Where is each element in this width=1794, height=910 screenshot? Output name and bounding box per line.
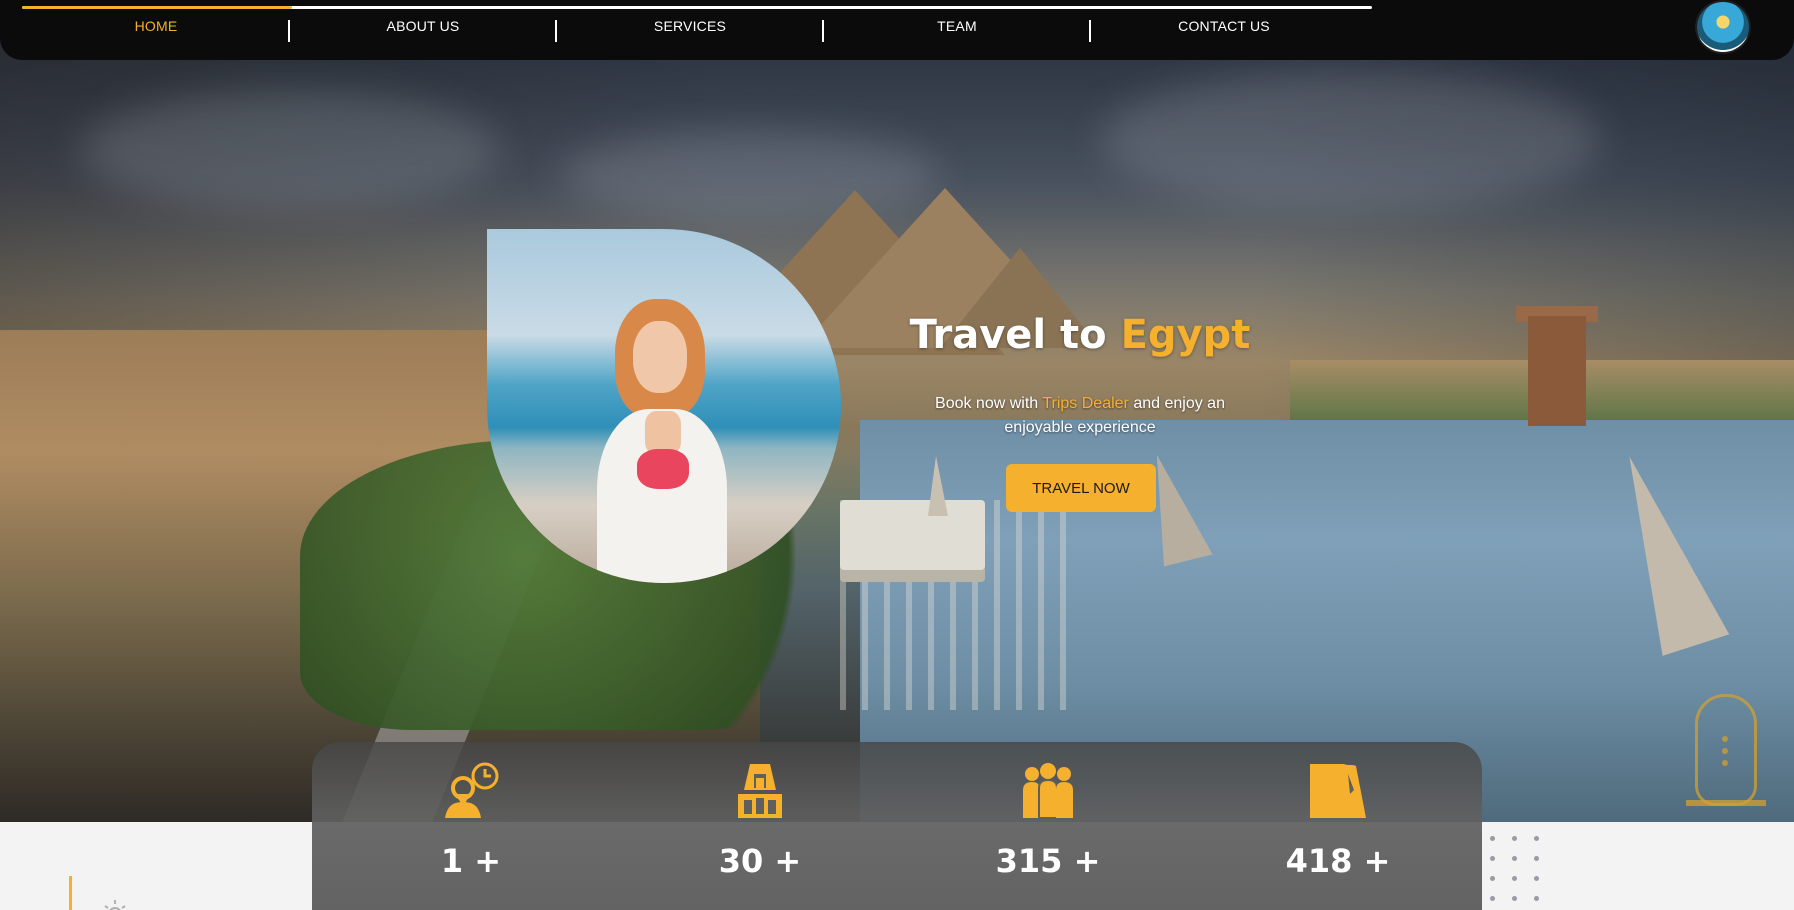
swim-top xyxy=(637,449,689,489)
scroll-progress-bar xyxy=(22,6,292,9)
stat-item: 30 + xyxy=(670,760,850,880)
traveler-figure xyxy=(591,299,731,583)
nav-contact-us[interactable]: CONTACT US xyxy=(1094,18,1354,34)
hero-subtitle: Book now with Trips Dealer and enjoy an … xyxy=(900,392,1260,440)
decorative-dot xyxy=(1534,836,1539,841)
decorative-dot xyxy=(1534,856,1539,861)
hero-title-prefix: Travel to xyxy=(909,312,1107,358)
travel-now-button[interactable]: TRAVEL NOW xyxy=(1006,464,1156,512)
nav-home[interactable]: HOME xyxy=(26,18,286,34)
cruise-ship xyxy=(840,500,985,570)
tower xyxy=(1528,316,1586,426)
cloud xyxy=(80,90,500,210)
decorative-dot xyxy=(1512,836,1517,841)
face xyxy=(633,321,687,393)
cartouche-dot xyxy=(1722,760,1728,766)
stat-value: 30 + xyxy=(718,842,802,880)
nav-team[interactable]: TEAM xyxy=(827,18,1087,34)
felucca-sail xyxy=(928,456,948,516)
decorative-dot xyxy=(1512,876,1517,881)
decorative-dot xyxy=(1534,876,1539,881)
stat-value: 1 + xyxy=(440,842,502,880)
hero-banner xyxy=(0,0,1794,822)
decorative-dot xyxy=(1512,856,1517,861)
trips-dealer-logo-icon[interactable] xyxy=(1697,2,1749,52)
traveler-photo xyxy=(487,229,841,583)
decorative-dot xyxy=(1490,876,1495,881)
nav-about-us[interactable]: ABOUT US xyxy=(293,18,553,34)
decorative-dots xyxy=(1490,836,1550,910)
stat-item: 1 + xyxy=(381,760,561,880)
decorative-dot xyxy=(1490,896,1495,901)
decorative-dot xyxy=(1512,896,1517,901)
cartouche-dot xyxy=(1722,736,1728,742)
stat-item: 418 + xyxy=(1248,760,1428,880)
stat-value: 418 + xyxy=(1285,842,1391,880)
cartouche-base xyxy=(1686,800,1766,806)
nav-services[interactable]: SERVICES xyxy=(560,18,820,34)
nav-separator xyxy=(288,20,290,42)
decorative-dot xyxy=(1490,836,1495,841)
cartouche-dot xyxy=(1722,748,1728,754)
accent-line xyxy=(69,876,72,910)
hero-subtitle-brand: Trips Dealer xyxy=(1042,395,1129,412)
hero-title-highlight: Egypt xyxy=(1120,312,1251,358)
pharaoh-icon xyxy=(730,760,790,820)
people-group-icon xyxy=(1018,760,1078,820)
nav-separator xyxy=(555,20,557,42)
hero-subtitle-before: Book now with xyxy=(935,395,1039,412)
cloud xyxy=(1100,70,1600,210)
sun-icon xyxy=(100,896,130,910)
hero-title: Travel to Egypt xyxy=(880,312,1280,358)
decorative-dot xyxy=(1534,896,1539,901)
nav-separator xyxy=(822,20,824,42)
top-navbar: HOME ABOUT US SERVICES TEAM CONTACT US xyxy=(0,0,1794,60)
decorative-dot xyxy=(1490,856,1495,861)
nav-separator xyxy=(1089,20,1091,42)
stat-value: 315 + xyxy=(995,842,1101,880)
stats-panel: 1 + 30 + 315 + 418 + xyxy=(312,742,1482,910)
egypt-map-icon xyxy=(1308,760,1368,820)
stat-item: 315 + xyxy=(958,760,1138,880)
location-clock-icon xyxy=(441,760,501,820)
